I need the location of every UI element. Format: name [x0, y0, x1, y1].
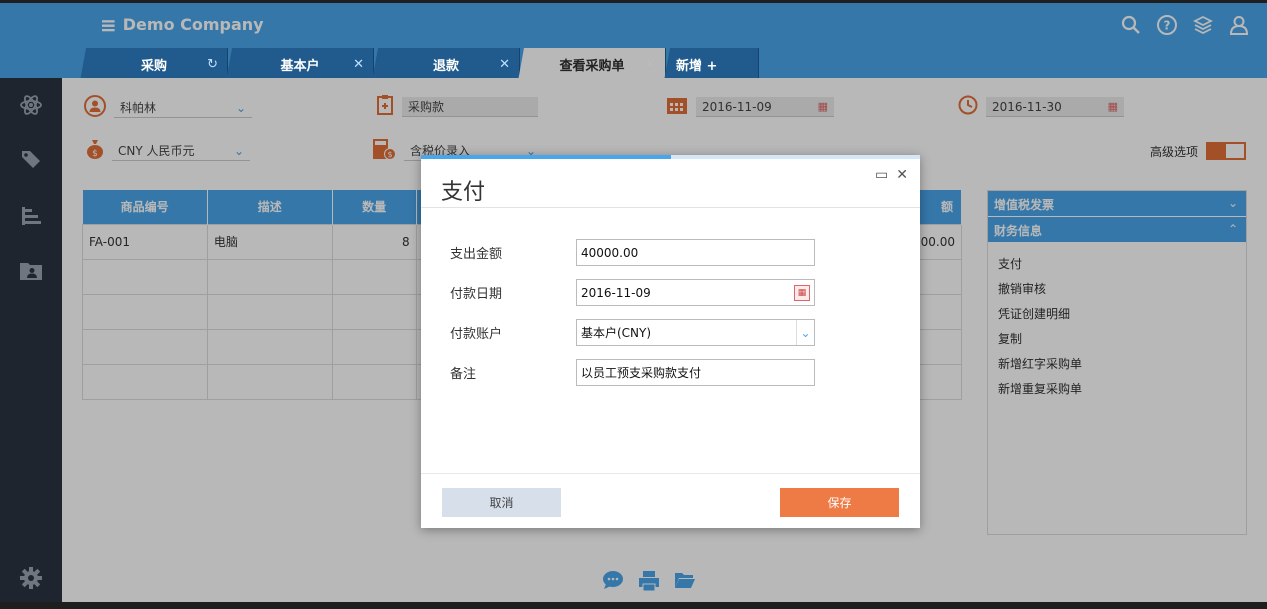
note-label: 备注	[450, 367, 477, 382]
cancel-button[interactable]: 取消	[442, 488, 561, 517]
close-icon[interactable]: ✕	[499, 57, 510, 72]
account-row: 付款账户 基本户(CNY) ⌄	[450, 319, 815, 346]
refresh-icon[interactable]: ↻	[207, 57, 218, 72]
dialog-title: 支付	[441, 180, 486, 205]
chevron-down-icon[interactable]: ⌄	[796, 320, 814, 345]
dialog-progress-bar	[421, 155, 920, 159]
save-button[interactable]: 保存	[780, 488, 899, 517]
close-icon[interactable]: ✕	[645, 57, 656, 72]
note-input[interactable]: 以员工预支采购款支付	[576, 359, 815, 386]
amount-row: 支出金额 40000.00	[450, 239, 815, 266]
app-window: ≡ Demo Company ? 采购 ↻ 基本户 ✕ 退款 ✕ 查看采购单 ✕…	[0, 0, 1267, 609]
maximize-icon[interactable]: ▭	[875, 167, 888, 183]
payment-dialog: 支付 ▭ ✕ 支出金额 40000.00 付款日期 2016-11-09 ▦ 付款…	[421, 155, 920, 528]
amount-label: 支出金额	[450, 247, 503, 262]
date-input[interactable]: 2016-11-09 ▦	[576, 279, 815, 306]
date-row: 付款日期 2016-11-09 ▦	[450, 279, 815, 306]
amount-input[interactable]: 40000.00	[576, 239, 815, 266]
account-select[interactable]: 基本户(CNY) ⌄	[576, 319, 815, 346]
date-label: 付款日期	[450, 287, 503, 302]
close-icon[interactable]: ✕	[353, 57, 364, 72]
dialog-controls: ▭ ✕	[875, 167, 908, 183]
bottom-strip	[0, 602, 1267, 609]
close-icon[interactable]: ✕	[896, 167, 908, 183]
note-row: 备注 以员工预支采购款支付	[450, 359, 815, 386]
account-label: 付款账户	[450, 327, 503, 342]
calendar-icon[interactable]: ▦	[794, 284, 810, 301]
